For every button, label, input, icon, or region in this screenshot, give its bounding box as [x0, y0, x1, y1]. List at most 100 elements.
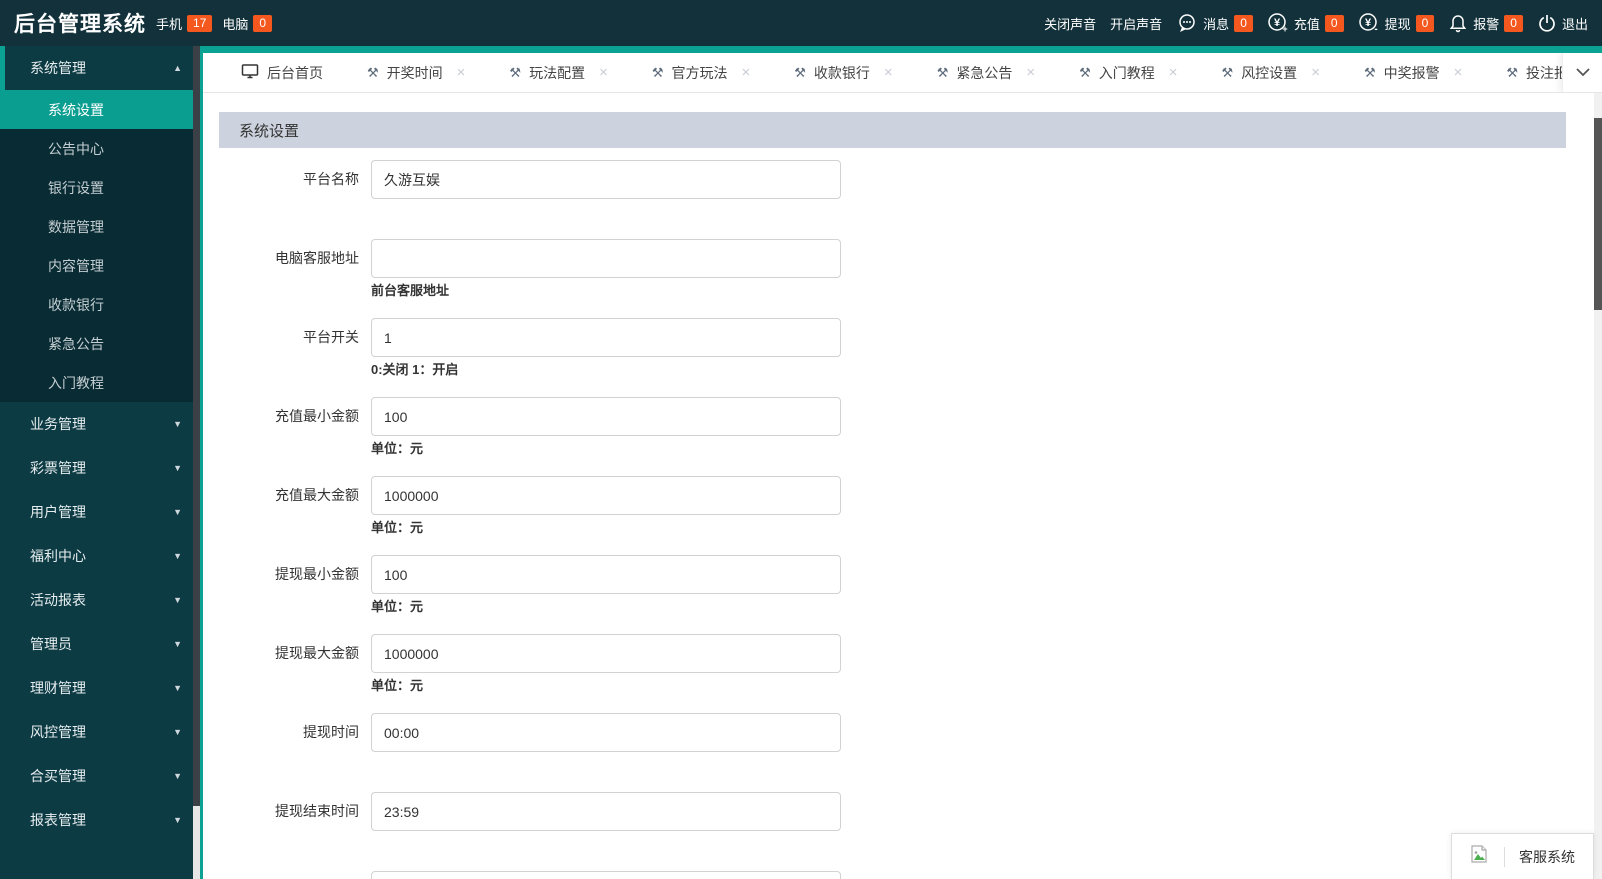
tab-play-config[interactable]: ⚒ 玩法配置 ×	[487, 53, 629, 92]
tab-emergency-announcement[interactable]: ⚒ 紧急公告 ×	[915, 53, 1057, 92]
sidebar-group-label: 报表管理	[30, 812, 86, 828]
message-button[interactable]: 消息 0	[1176, 13, 1253, 33]
sidebar-item-content-management[interactable]: 内容管理	[0, 246, 200, 285]
partial-input[interactable]	[371, 871, 841, 879]
close-icon[interactable]: ×	[457, 64, 466, 81]
sidebar-group-admins[interactable]: 管理员 ▼	[0, 622, 200, 666]
sidebar-item-receiving-bank[interactable]: 收款银行	[0, 285, 200, 324]
tab-overflow-button[interactable]	[1562, 53, 1602, 92]
recharge-button[interactable]: ¥ + 充值 0	[1267, 12, 1344, 34]
form-row-recharge-max: 充值最大金额 单位：元	[219, 476, 1566, 540]
sidebar-item-system-settings[interactable]: 系统设置	[0, 90, 200, 129]
field-label: 提现时间	[303, 724, 359, 740]
customer-service-widget[interactable]: 客服系统	[1451, 833, 1594, 879]
withdraw-end-time-input[interactable]	[371, 792, 841, 831]
chevron-down-icon: ▼	[173, 771, 182, 781]
svg-text:+: +	[1282, 24, 1287, 34]
platform-switch-input[interactable]	[371, 318, 841, 357]
layout: 系统管理 ▲ 系统设置 公告中心 银行设置 数据管理 内容管理 收款银行 紧急公…	[0, 46, 1602, 879]
field-label: 提现结束时间	[275, 803, 359, 819]
topbar-left: 后台管理系统 手机 17 电脑 0	[14, 8, 273, 38]
tab-home[interactable]: 后台首页	[219, 53, 345, 92]
message-bubble-icon	[1176, 13, 1198, 33]
close-icon[interactable]: ×	[1311, 64, 1320, 81]
page-scrollbar[interactable]	[1594, 93, 1602, 879]
tabbar: 后台首页 ⚒ 开奖时间 × ⚒ 玩法配置 × ⚒ 官方玩法 × ⚒ 收款银行 × ⚒ 紧急公告 × …	[203, 53, 1602, 93]
form-row-partial	[219, 871, 1566, 879]
close-icon[interactable]: ×	[1454, 64, 1463, 81]
sidebar-item-announcement-center[interactable]: 公告中心	[0, 129, 200, 168]
pc-service-url-input[interactable]	[371, 239, 841, 278]
chevron-down-icon: ▼	[173, 595, 182, 605]
withdraw-min-input[interactable]	[371, 555, 841, 594]
app-title: 后台管理系统	[14, 13, 146, 36]
power-icon	[1537, 13, 1557, 33]
close-icon[interactable]: ×	[884, 64, 893, 81]
tab-win-alarm[interactable]: ⚒ 中奖报警 ×	[1342, 53, 1484, 92]
tab-receiving-bank[interactable]: ⚒ 收款银行 ×	[772, 53, 914, 92]
tab-official-play[interactable]: ⚒ 官方玩法 ×	[630, 53, 772, 92]
field-hint: 单位：元	[371, 599, 424, 614]
mobile-count-badge: 17	[187, 14, 213, 32]
sidebar-scrollbar-thumb[interactable]	[193, 806, 200, 879]
form-row-withdraw-start-time: 提现时间	[219, 713, 1566, 777]
field-label: 提现最小金额	[275, 566, 359, 582]
sidebar-group-label: 风控管理	[30, 724, 86, 740]
recharge-max-input[interactable]	[371, 476, 841, 515]
sidebar-item-label: 公告中心	[48, 140, 104, 157]
sidebar-group-group-buy[interactable]: 合买管理 ▼	[0, 754, 200, 798]
sidebar-group-activity-report[interactable]: 活动报表 ▼	[0, 578, 200, 622]
logout-button[interactable]: 退出	[1537, 13, 1588, 33]
sidebar-item-bank-settings[interactable]: 银行设置	[0, 168, 200, 207]
withdraw-count-badge: 0	[1415, 14, 1435, 32]
close-icon[interactable]: ×	[599, 64, 608, 81]
sidebar-item-label: 入门教程	[48, 374, 104, 391]
tab-lottery-time[interactable]: ⚒ 开奖时间 ×	[345, 53, 487, 92]
recharge-min-input[interactable]	[371, 397, 841, 436]
sidebar-group-business[interactable]: 业务管理 ▼	[0, 402, 200, 446]
withdraw-max-input[interactable]	[371, 634, 841, 673]
recharge-count-badge: 0	[1324, 14, 1344, 32]
tab-beginner-tutorial[interactable]: ⚒ 入门教程 ×	[1057, 53, 1199, 92]
sidebar-item-emergency-announcement[interactable]: 紧急公告	[0, 324, 200, 363]
sidebar-group-report[interactable]: 报表管理 ▼	[0, 798, 200, 842]
tab-label: 紧急公告	[956, 64, 1013, 81]
form-row-withdraw-end-time: 提现结束时间	[219, 792, 1566, 856]
sidebar-submenu: 系统设置 公告中心 银行设置 数据管理 内容管理 收款银行 紧急公告 入门教程	[0, 90, 200, 402]
content: 系统设置 平台名称 电脑客服地址 前台客服地址 平台开关	[203, 93, 1602, 879]
sidebar-group-risk-control[interactable]: 风控管理 ▼	[0, 710, 200, 754]
topbar-right: 关闭声音 开启声音 消息 0 ¥ + 充值 0 ¥ - 提现 0 报警 0 退出	[1044, 12, 1588, 34]
close-icon[interactable]: ×	[1026, 64, 1035, 81]
sidebar-group-finance[interactable]: 理财管理 ▼	[0, 666, 200, 710]
sidebar-group-system[interactable]: 系统管理 ▲	[0, 46, 200, 90]
platform-name-input[interactable]	[371, 160, 841, 199]
close-icon[interactable]: ×	[1169, 64, 1178, 81]
withdraw-button[interactable]: ¥ - 提现 0	[1358, 12, 1435, 34]
recharge-label: 充值	[1293, 16, 1320, 32]
tools-icon: ⚒	[1506, 64, 1519, 80]
field-hint: 单位：元	[371, 441, 424, 456]
tools-icon: ⚒	[367, 64, 379, 80]
tools-icon: ⚒	[1079, 64, 1091, 80]
tab-risk-settings[interactable]: ⚒ 风控设置 ×	[1200, 53, 1342, 92]
tab-label: 中奖报警	[1383, 64, 1440, 81]
sidebar-item-data-management[interactable]: 数据管理	[0, 207, 200, 246]
form-row-withdraw-min: 提现最小金额 单位：元	[219, 555, 1566, 619]
tab-label: 风控设置	[1241, 64, 1298, 81]
sidebar-group-welfare[interactable]: 福利中心 ▼	[0, 534, 200, 578]
sound-off-button[interactable]: 关闭声音	[1044, 14, 1096, 33]
form-row-withdraw-max: 提现最大金额 单位：元	[219, 634, 1566, 698]
withdraw-start-time-input[interactable]	[371, 713, 841, 752]
close-icon[interactable]: ×	[742, 64, 751, 81]
page-scrollbar-thumb[interactable]	[1594, 118, 1602, 310]
field-hint: 单位：元	[371, 678, 424, 693]
sidebar-scrollbar[interactable]	[193, 46, 200, 879]
sidebar-group-lottery[interactable]: 彩票管理 ▼	[0, 446, 200, 490]
sidebar-group-users[interactable]: 用户管理 ▼	[0, 490, 200, 534]
sidebar-item-beginner-tutorial[interactable]: 入门教程	[0, 363, 200, 402]
alarm-button[interactable]: 报警 0	[1448, 13, 1523, 33]
sound-on-button[interactable]: 开启声音	[1110, 14, 1162, 33]
chevron-down-icon: ▼	[173, 419, 182, 429]
tab-label: 收款银行	[813, 64, 870, 81]
main-area: 后台首页 ⚒ 开奖时间 × ⚒ 玩法配置 × ⚒ 官方玩法 × ⚒ 收款银行 × ⚒ 紧急公告 × …	[203, 46, 1602, 879]
